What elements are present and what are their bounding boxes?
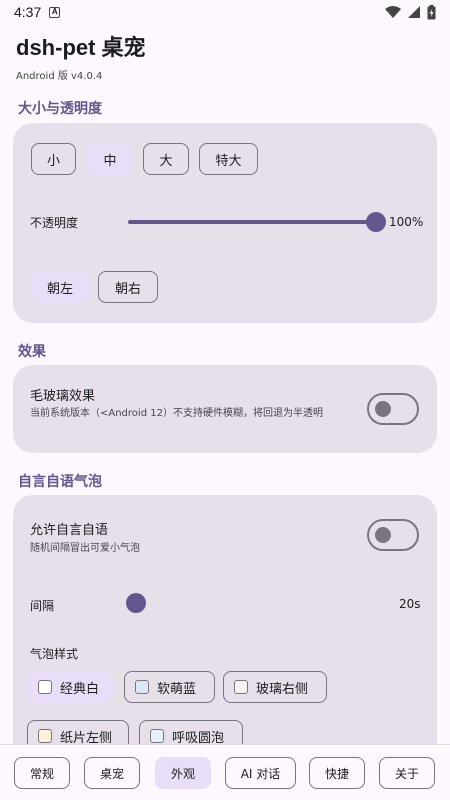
section-title-effect: 效果 <box>18 344 46 360</box>
bubble-style-label: 气泡样式 <box>30 647 79 661</box>
section-title-bubble: 自言自语气泡 <box>18 474 102 490</box>
bubble-style-glass-right[interactable]: 玻璃右侧 <box>223 671 327 703</box>
signal-icon <box>408 6 420 18</box>
direction-chip-left[interactable]: 朝左 <box>31 271 89 303</box>
size-card: 小 中 大 特大 不透明度 100% 朝左 朝右 <box>13 123 437 323</box>
size-chip-small[interactable]: 小 <box>31 143 76 175</box>
opacity-slider[interactable] <box>126 210 386 234</box>
interval-label: 间隔 <box>30 599 55 613</box>
nav-general[interactable]: 常规 <box>14 757 70 789</box>
allow-bubble-desc: 随机间隔冒出可爱小气泡 <box>30 543 140 554</box>
bubble-card: 允许自言自语 随机间隔冒出可爱小气泡 间隔 20s 气泡样式 经典白 软萌蓝 玻… <box>13 495 437 765</box>
wifi-icon <box>385 6 401 18</box>
opacity-slider-thumb[interactable] <box>366 212 386 232</box>
app-title: dsh-pet 桌宠 <box>16 35 146 60</box>
bottom-nav: 常规 桌宠 外观 AI 对话 快捷 关于 <box>0 744 450 800</box>
allow-bubble-switch[interactable] <box>367 519 419 551</box>
nav-about[interactable]: 关于 <box>379 757 435 789</box>
opacity-label: 不透明度 <box>30 216 79 230</box>
nav-shortcuts[interactable]: 快捷 <box>309 757 365 789</box>
swatch-classic-white <box>38 680 52 694</box>
interval-slider-thumb[interactable] <box>126 593 146 613</box>
size-chip-medium[interactable]: 中 <box>87 143 133 175</box>
size-chip-xlarge[interactable]: 特大 <box>199 143 258 175</box>
glass-effect-desc: 当前系统版本（<Android 12）不支持硬件模糊，将回退为半透明 <box>30 408 323 419</box>
section-title-size: 大小与透明度 <box>18 101 102 117</box>
bubble-style-label-3: 纸片左侧 <box>60 730 113 746</box>
nav-pet[interactable]: 桌宠 <box>84 757 140 789</box>
direction-chip-right[interactable]: 朝右 <box>98 271 158 303</box>
battery-icon <box>427 4 436 19</box>
bubble-style-label-2: 玻璃右侧 <box>256 681 309 697</box>
status-bar: 4:37 A <box>0 0 450 24</box>
allow-bubble-label: 允许自言自语 <box>30 523 109 538</box>
swatch-paper-left <box>38 729 52 743</box>
nav-ai-chat[interactable]: AI 对话 <box>225 757 296 789</box>
bubble-style-classic-white[interactable]: 经典白 <box>27 671 113 703</box>
effect-card: 毛玻璃效果 当前系统版本（<Android 12）不支持硬件模糊，将回退为半透明 <box>13 365 437 453</box>
interval-value: 20s <box>399 597 421 611</box>
allow-bubble-switch-knob <box>375 527 391 543</box>
status-time: 4:37 <box>14 4 42 20</box>
notification-icon: A <box>49 6 61 18</box>
swatch-soft-blue <box>135 680 149 694</box>
bubble-style-soft-blue[interactable]: 软萌蓝 <box>124 671 215 703</box>
app-version: Android 版 v4.0.4 <box>16 71 103 82</box>
opacity-slider-track <box>128 220 368 224</box>
swatch-glass-right <box>234 680 248 694</box>
glass-effect-switch[interactable] <box>367 393 419 425</box>
bubble-style-label-1: 软萌蓝 <box>157 681 197 697</box>
nav-appearance[interactable]: 外观 <box>155 757 211 789</box>
glass-effect-label: 毛玻璃效果 <box>30 389 96 404</box>
opacity-value: 100% <box>389 215 424 229</box>
bubble-style-label-0: 经典白 <box>60 681 100 697</box>
size-chip-large[interactable]: 大 <box>143 143 189 175</box>
swatch-breathing <box>150 729 164 743</box>
interval-slider[interactable] <box>126 591 376 615</box>
glass-effect-switch-knob <box>375 401 391 417</box>
bubble-style-label-4: 呼吸圆泡 <box>172 730 225 746</box>
